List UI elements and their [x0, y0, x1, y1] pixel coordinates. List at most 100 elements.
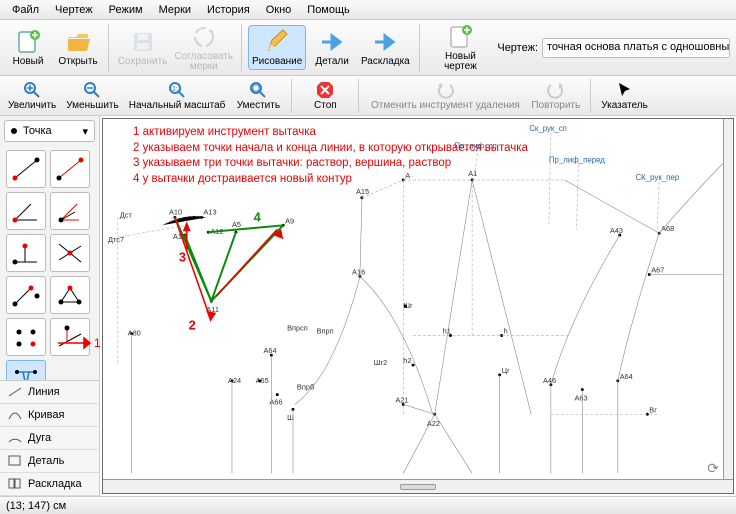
zoom-reset-button[interactable]: 1:1 Начальный масштаб — [125, 79, 230, 113]
redo-icon — [547, 81, 565, 99]
svg-text:Вг: Вг — [649, 405, 657, 414]
undo-icon — [436, 81, 454, 99]
workarea: Точка ▾ 1 Линия Кривая Дуга Деталь Раскл… — [0, 116, 736, 496]
svg-text:А10: А10 — [169, 207, 182, 216]
svg-text:Дтс7: Дтс7 — [108, 235, 124, 244]
svg-text:Впрб: Впрб — [297, 383, 314, 392]
horizontal-scrollbar[interactable] — [103, 479, 733, 493]
stop-button[interactable]: Стоп — [298, 79, 352, 113]
pencil-icon — [263, 28, 291, 56]
tool-pointxy[interactable] — [6, 318, 46, 356]
menu-window[interactable]: Окно — [260, 2, 298, 18]
menu-file[interactable]: Файл — [6, 2, 45, 18]
arrow-right-icon — [371, 28, 399, 56]
svg-text:А9: А9 — [285, 216, 294, 225]
zoom-fit-button[interactable]: Уместить — [231, 79, 285, 113]
menu-history[interactable]: История — [201, 2, 256, 18]
svg-text:Дст: Дст — [120, 210, 133, 219]
svg-text:А65: А65 — [256, 376, 269, 385]
tool-perpendicular[interactable] — [6, 234, 46, 272]
svg-text:Впрп: Впрп — [317, 327, 334, 336]
menu-draft[interactable]: Чертеж — [49, 2, 99, 18]
reconcile-measures-button[interactable]: Согласовать мерки — [172, 21, 235, 74]
svg-text:Впрсп: Впрсп — [287, 324, 308, 333]
svg-text:Цг: Цг — [502, 366, 510, 375]
svg-text:А46: А46 — [543, 376, 556, 385]
save-button[interactable]: Сохранить — [115, 26, 170, 69]
svg-text:СК_рук_пер: СК_рук_пер — [636, 173, 680, 182]
svg-text:Ск_рук_сп: Ск_рук_сп — [529, 124, 567, 133]
tool-triangle[interactable] — [50, 276, 90, 314]
tool-category-list: Линия Кривая Дуга Деталь Раскладка — [0, 380, 99, 496]
menu-measures[interactable]: Мерки — [153, 2, 197, 18]
svg-text:А16: А16 — [352, 268, 365, 277]
layout-mode-button[interactable]: Раскладка — [358, 26, 413, 69]
svg-text:1:1: 1:1 — [172, 86, 182, 93]
cat-line[interactable]: Линия — [0, 381, 99, 404]
vertical-scrollbar[interactable] — [723, 119, 733, 479]
stop-icon — [316, 81, 334, 99]
draft-name-field[interactable]: точная основа платья с одношовным рука — [542, 38, 730, 58]
tool-point-on-line[interactable] — [6, 150, 46, 188]
cat-detail[interactable]: Деталь — [0, 450, 99, 473]
zoom-reset-icon: 1:1 — [168, 81, 186, 99]
menu-help[interactable]: Помощь — [301, 2, 356, 18]
pointer-icon — [616, 81, 634, 99]
zoom-fit-icon — [249, 81, 267, 99]
svg-text:А63: А63 — [574, 393, 587, 402]
svg-text:А22: А22 — [427, 419, 440, 428]
svg-text:4: 4 — [254, 209, 262, 224]
svg-text:А67: А67 — [651, 266, 664, 275]
tool-bisector[interactable] — [50, 192, 90, 230]
refresh-icon[interactable]: ⟳ — [707, 460, 719, 477]
tool-angle[interactable] — [6, 192, 46, 230]
tool-category-combo[interactable]: Точка ▾ — [4, 120, 95, 142]
svg-text:А15: А15 — [356, 187, 369, 196]
file-new-icon — [14, 28, 42, 56]
tool-intersect[interactable] — [50, 234, 90, 272]
svg-text:А21: А21 — [395, 395, 408, 404]
svg-text:h2: h2 — [403, 356, 411, 365]
svg-text:Пр_лиф_перед: Пр_лиф_перед — [549, 155, 605, 164]
cat-layout[interactable]: Раскладка — [0, 473, 99, 496]
annotation-arrow-1: 1 — [56, 336, 101, 350]
view-toolbar: Увеличить Уменьшить 1:1 Начальный масшта… — [0, 76, 736, 116]
status-bar: (13; 147) см — [0, 496, 736, 514]
drawing-mode-button[interactable]: Рисование — [248, 25, 306, 70]
new-button[interactable]: Новый — [4, 26, 52, 69]
point-icon — [11, 128, 17, 134]
folder-open-icon — [64, 28, 92, 56]
cat-curve[interactable]: Кривая — [0, 404, 99, 427]
new-draft-button[interactable]: Новый чертеж — [426, 21, 496, 74]
svg-text:А5: А5 — [232, 220, 241, 229]
svg-text:А64: А64 — [263, 346, 276, 355]
svg-text:h1: h1 — [443, 327, 451, 336]
drawing-canvas[interactable]: 1 активируем инструмент вытачка 2 указыв… — [102, 118, 734, 494]
undo-button[interactable]: Отменить инструмент удаления — [365, 79, 525, 113]
cat-arc[interactable]: Дуга — [0, 427, 99, 450]
tool-grid — [0, 146, 99, 402]
menu-mode[interactable]: Режим — [103, 2, 149, 18]
svg-text:А13: А13 — [203, 207, 216, 216]
draft-label: Чертеж: — [497, 42, 538, 54]
zoom-in-icon — [23, 81, 41, 99]
details-mode-button[interactable]: Детали — [308, 26, 356, 69]
tool-point-distance[interactable] — [50, 150, 90, 188]
open-button[interactable]: Открыть — [54, 26, 102, 69]
zoom-out-button[interactable]: Уменьшить — [62, 79, 122, 113]
tools-sidebar: Точка ▾ 1 Линия Кривая Дуга Деталь Раскл… — [0, 116, 100, 496]
svg-text:А64: А64 — [620, 372, 633, 381]
save-icon — [129, 28, 157, 56]
arrow-right-icon — [318, 28, 346, 56]
svg-text:h: h — [504, 327, 508, 336]
file-new-icon — [446, 23, 474, 51]
zoom-in-button[interactable]: Увеличить — [4, 79, 60, 113]
tool-shoulder[interactable] — [6, 276, 46, 314]
svg-text:А80: А80 — [128, 329, 141, 338]
chevron-down-icon: ▾ — [82, 125, 88, 138]
pointer-button[interactable]: Указатель — [597, 79, 652, 113]
zoom-out-icon — [83, 81, 101, 99]
svg-text:3: 3 — [179, 250, 186, 265]
redo-button[interactable]: Повторить — [527, 79, 584, 113]
menubar: Файл Чертеж Режим Мерки История Окно Пом… — [0, 0, 736, 20]
